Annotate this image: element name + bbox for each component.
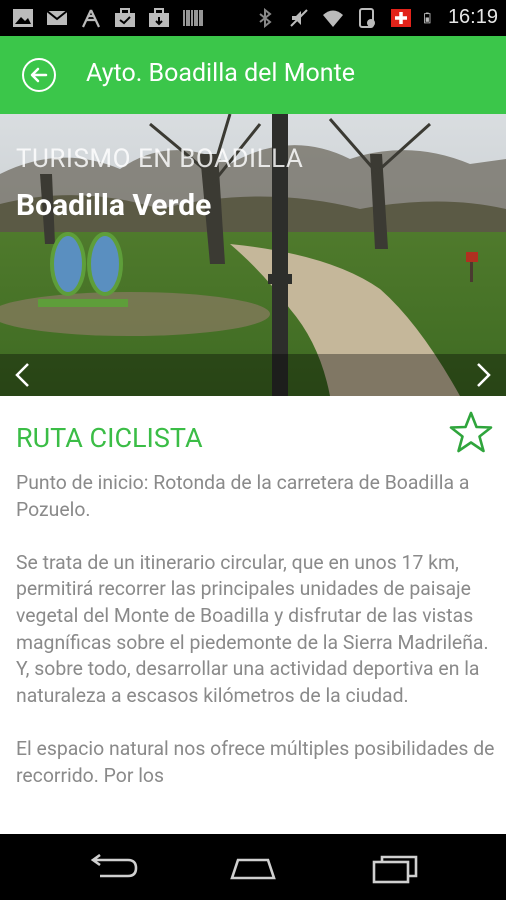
app-title: Ayto. Boadilla del Monte — [86, 59, 356, 88]
hero-title: Boadilla Verde — [16, 188, 212, 223]
clock: 16:19 — [447, 6, 498, 28]
swiss-flag-icon — [390, 8, 411, 27]
wifi-icon — [322, 10, 343, 27]
system-nav-bar — [0, 834, 506, 900]
paragraph: El espacio natural nos ofrece múltiples … — [16, 736, 495, 787]
briefcase-icon — [149, 8, 169, 27]
paragraph: Punto de inicio: Rotonda de la carretera… — [16, 471, 470, 521]
carousel-controls — [0, 354, 506, 396]
section-title: RUTA CICLISTA — [16, 422, 203, 454]
arrow-left-icon — [30, 67, 48, 83]
barcode-icon — [183, 10, 203, 26]
chevron-left-icon[interactable] — [10, 362, 36, 388]
phone-icon — [358, 7, 375, 28]
paragraph: Se trata de un itinerario circular, que … — [16, 550, 489, 707]
recents-nav-icon[interactable] — [370, 854, 420, 884]
battery-icon — [424, 12, 431, 23]
content-scroll[interactable]: RUTA CICLISTA Punto de inicio: Rotonda d… — [0, 396, 506, 834]
gmail-icon — [46, 10, 68, 25]
system-icons: 16:19 — [254, 6, 498, 29]
briefcase-icon — [115, 8, 135, 27]
back-nav-icon[interactable] — [88, 854, 138, 884]
home-nav-icon[interactable] — [228, 854, 278, 884]
hero-carousel[interactable]: TURISMO EN BOADILLA Boadilla Verde — [0, 114, 506, 396]
description-text: Punto de inicio: Rotonda de la carretera… — [16, 470, 496, 816]
image-icon — [13, 9, 33, 27]
back-button[interactable] — [22, 58, 56, 92]
chevron-right-icon[interactable] — [470, 362, 496, 388]
app-bar: Ayto. Boadilla del Monte — [0, 36, 506, 114]
favorite-star-icon[interactable] — [448, 410, 494, 454]
mute-icon — [290, 8, 308, 27]
status-bar: 16:19 — [0, 0, 506, 36]
signal-tower-icon — [82, 9, 100, 28]
bluetooth-icon — [259, 7, 272, 28]
hero-subtitle: TURISMO EN BOADILLA — [16, 144, 304, 174]
notification-icons — [12, 8, 204, 28]
